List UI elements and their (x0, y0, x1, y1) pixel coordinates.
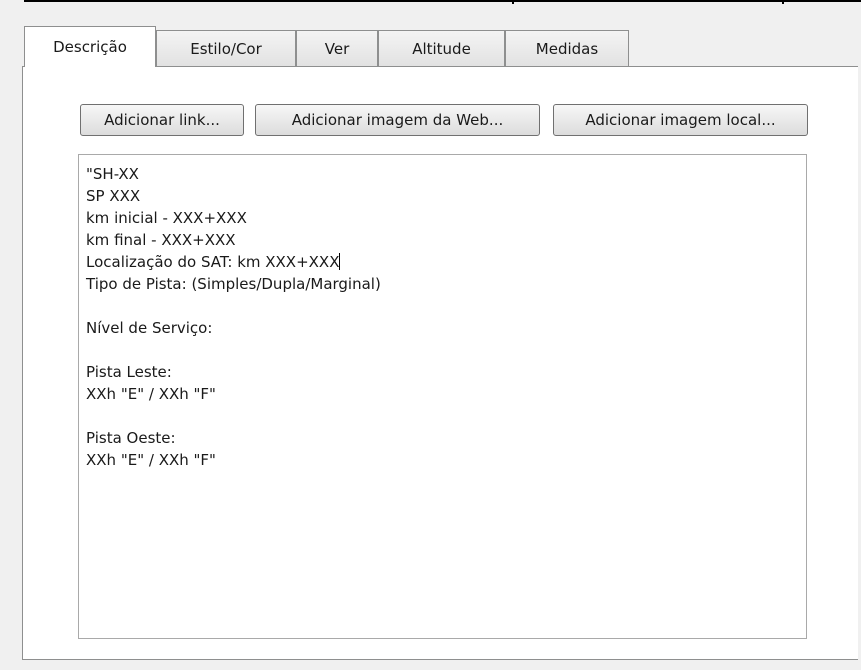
top-border-tick (512, 0, 514, 4)
description-line: SP XXX (86, 187, 141, 205)
description-line: XXh "E" / XXh "F" (86, 385, 216, 403)
description-line: Nível de Serviço: (86, 319, 213, 337)
description-line: Localização do SAT: km XXX+XXX (86, 253, 340, 271)
description-textarea[interactable]: "SH-XX SP XXX km inicial - XXX+XXX km fi… (78, 154, 807, 639)
description-line: "SH-XX (86, 165, 139, 183)
tab-estilo-cor[interactable]: Estilo/Cor (156, 30, 296, 66)
description-line-with-caret: Localização do SAT: km XXX+XXX (86, 251, 799, 273)
top-border-tick (782, 0, 784, 4)
description-line: XXh "E" / XXh "F" (86, 451, 216, 469)
description-line (86, 339, 799, 361)
top-border (0, 0, 861, 2)
add-local-image-button[interactable]: Adicionar imagem local... (553, 104, 808, 136)
description-line (86, 295, 799, 317)
description-line (86, 405, 799, 427)
tab-ver[interactable]: Ver (296, 30, 378, 66)
description-line: Pista Oeste: (86, 429, 176, 447)
tab-altitude[interactable]: Altitude (378, 30, 505, 66)
description-line: km final - XXX+XXX (86, 231, 236, 249)
tab-medidas[interactable]: Medidas (505, 30, 629, 66)
description-line: km inicial - XXX+XXX (86, 209, 247, 227)
add-web-image-button[interactable]: Adicionar imagem da Web... (255, 104, 540, 136)
top-border-gap (0, 0, 24, 2)
text-caret (339, 253, 341, 270)
add-link-button[interactable]: Adicionar link... (80, 104, 244, 136)
description-line: Tipo de Pista: (Simples/Dupla/Marginal) (86, 275, 381, 293)
tab-descricao[interactable]: Descrição (24, 26, 156, 67)
description-line: Pista Leste: (86, 363, 172, 381)
